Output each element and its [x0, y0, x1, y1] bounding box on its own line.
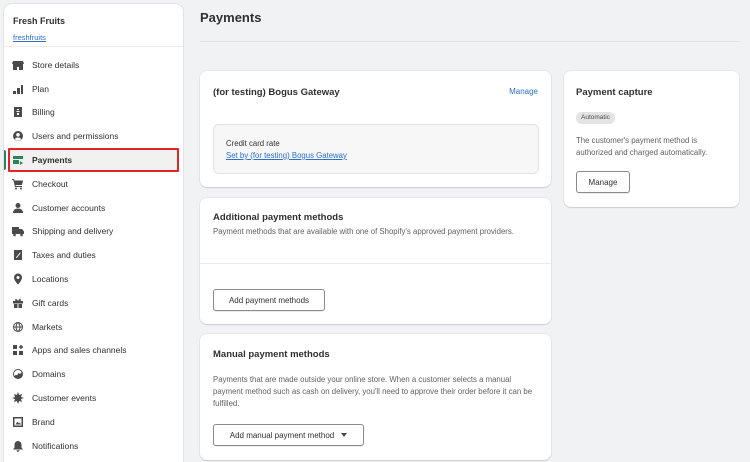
apps-icon	[12, 344, 24, 356]
tax-icon	[12, 249, 24, 261]
payment-capture-card: Payment capture Automatic The customer's…	[564, 71, 739, 207]
person-icon	[12, 202, 24, 214]
payment-capture-description: The customer's payment method is authori…	[576, 136, 708, 157]
user-icon	[12, 130, 24, 142]
sidebar-item-label: Users and permissions	[32, 131, 119, 142]
sidebar-item-gift-cards[interactable]: Gift cards	[4, 291, 183, 315]
sidebar-item-label: Brand	[32, 416, 55, 427]
manual-methods-description: Payments that are made outside your onli…	[213, 375, 533, 408]
sidebar-item-label: Checkout	[32, 178, 68, 189]
sidebar-item-apps-and-sales-channels[interactable]: Apps and sales channels	[4, 339, 183, 363]
settings-nav: Store details Plan Billing Users and permis…	[4, 47, 183, 458]
caret-down-icon	[341, 433, 348, 437]
sidebar-item-payments[interactable]: Payments	[4, 148, 183, 172]
additional-methods-title: Additional payment methods	[213, 212, 344, 223]
sidebar-item-users-and-permissions[interactable]: Users and permissions	[4, 124, 183, 148]
sidebar-item-shipping-and-delivery[interactable]: Shipping and delivery	[4, 220, 183, 244]
sidebar-item-markets[interactable]: Markets	[4, 315, 183, 339]
location-icon	[12, 273, 24, 285]
sidebar-item-label: Apps and sales channels	[32, 345, 127, 356]
sidebar-item-notifications[interactable]: Notifications	[4, 434, 183, 458]
sidebar-item-checkout[interactable]: Checkout	[4, 172, 183, 196]
sidebar-item-label: Customer accounts	[32, 202, 106, 213]
globe-icon	[12, 321, 24, 333]
settings-sidebar: Fresh Fruits freshfruits Store details Pl…	[4, 4, 183, 462]
sidebar-item-domains[interactable]: Domains	[4, 362, 183, 386]
gift-icon	[12, 297, 24, 309]
manual-methods-title: Manual payment methods	[213, 349, 330, 360]
additional-methods-description: Payment methods that are available with …	[213, 227, 514, 236]
store-icon	[12, 59, 24, 71]
sidebar-item-label: Payments	[32, 155, 73, 166]
gateway-title: (for testing) Bogus Gateway	[213, 87, 340, 98]
payment-capture-manage-button[interactable]: Manage	[576, 171, 630, 193]
sidebar-item-label: Plan	[32, 83, 50, 94]
sidebar-item-label: Domains	[32, 369, 66, 380]
additional-methods-divider	[200, 263, 551, 264]
title-divider	[200, 41, 740, 42]
sidebar-item-store-details[interactable]: Store details	[4, 53, 183, 77]
page-title: Payments	[200, 10, 262, 25]
bell-icon	[12, 440, 24, 452]
sidebar-item-taxes-and-duties[interactable]: Taxes and duties	[4, 243, 183, 267]
sidebar-item-label: Taxes and duties	[32, 250, 96, 261]
sidebar-item-label: Notifications	[32, 440, 79, 451]
cart-icon	[12, 178, 24, 190]
sidebar-item-label: Store details	[32, 59, 80, 70]
additional-methods-card: Additional payment methods Payment metho…	[200, 198, 551, 324]
sidebar-item-label: Billing	[32, 107, 55, 118]
gateway-manage-link[interactable]: Manage	[509, 87, 538, 96]
sidebar-item-label: Markets	[32, 321, 63, 332]
store-header: Fresh Fruits freshfruits	[4, 4, 183, 47]
sidebar-item-label: Shipping and delivery	[32, 226, 114, 237]
sidebar-item-customer-accounts[interactable]: Customer accounts	[4, 196, 183, 220]
credit-card-rate-link[interactable]: Set by (for testing) Bogus Gateway	[226, 151, 347, 160]
sidebar-item-label: Gift cards	[32, 297, 69, 308]
sidebar-item-locations[interactable]: Locations	[4, 267, 183, 291]
capture-status-badge: Automatic	[576, 112, 615, 124]
credit-card-rate-box: Credit card rate Set by (for testing) Bo…	[213, 124, 539, 174]
gateway-card: (for testing) Bogus Gateway Manage Credi…	[200, 71, 551, 187]
store-handle-link[interactable]: freshfruits	[13, 32, 46, 43]
sidebar-item-plan[interactable]: Plan	[4, 77, 183, 101]
add-manual-payment-method-label: Add manual payment method	[229, 430, 335, 440]
store-name: Fresh Fruits	[13, 16, 66, 26]
domain-icon	[12, 368, 24, 380]
manual-methods-card: Manual payment methods Payments that are…	[200, 334, 551, 460]
sidebar-item-brand[interactable]: Brand	[4, 410, 183, 434]
brand-icon	[12, 416, 24, 428]
events-icon	[12, 392, 24, 405]
plan-icon	[12, 83, 24, 95]
credit-card-rate-label: Credit card rate	[226, 139, 280, 148]
truck-icon	[12, 225, 24, 237]
add-payment-methods-button[interactable]: Add payment methods	[213, 289, 325, 311]
sidebar-item-label: Locations	[32, 274, 69, 285]
sidebar-item-label: Customer events	[32, 393, 97, 404]
sidebar-item-customer-events[interactable]: Customer events	[4, 386, 183, 410]
add-manual-payment-method-button[interactable]: Add manual payment method	[213, 424, 364, 446]
billing-icon	[12, 106, 24, 118]
sidebar-item-billing[interactable]: Billing	[4, 101, 183, 125]
payments-icon	[12, 154, 24, 166]
payment-capture-title: Payment capture	[576, 87, 653, 98]
